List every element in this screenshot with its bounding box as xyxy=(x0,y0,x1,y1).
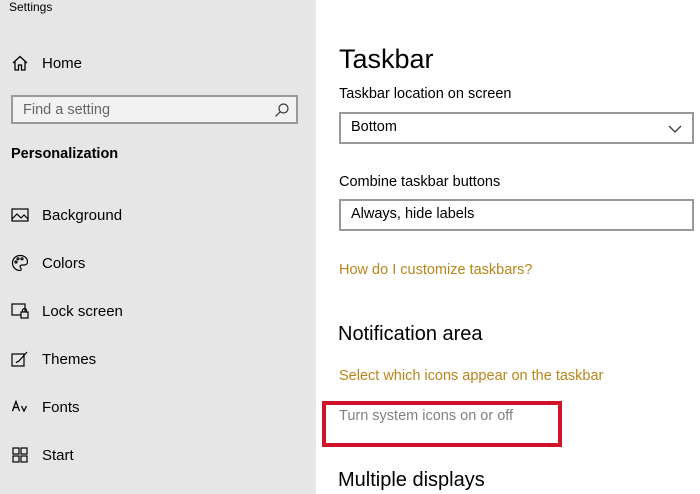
customize-taskbars-link[interactable]: How do I customize taskbars? xyxy=(339,262,532,278)
search-icon[interactable] xyxy=(274,102,290,118)
themes-icon xyxy=(10,349,30,369)
dropdown-value: Always, hide labels xyxy=(351,206,475,222)
sidebar-item-lock-screen[interactable]: Lock screen xyxy=(10,299,123,323)
palette-icon xyxy=(10,253,30,273)
start-icon xyxy=(10,445,30,465)
sidebar: Settings Home Personalization Background xyxy=(0,0,316,494)
select-icons-link[interactable]: Select which icons appear on the taskbar xyxy=(339,368,603,384)
sidebar-item-fonts[interactable]: Fonts xyxy=(10,395,80,419)
sidebar-item-label: Fonts xyxy=(42,398,80,416)
lock-screen-icon xyxy=(10,301,30,321)
page-title: Taskbar xyxy=(339,44,434,74)
combine-buttons-dropdown[interactable]: Always, hide labels xyxy=(339,199,694,231)
home-nav-item[interactable]: Home xyxy=(10,52,82,74)
dropdown-value: Bottom xyxy=(351,119,397,135)
search-input[interactable] xyxy=(13,97,273,122)
notification-area-heading: Notification area xyxy=(338,323,483,345)
home-icon xyxy=(10,53,30,73)
image-icon xyxy=(10,205,30,225)
sidebar-item-label: Background xyxy=(42,206,123,224)
taskbar-location-label: Taskbar location on screen xyxy=(339,86,512,102)
sidebar-item-start[interactable]: Start xyxy=(10,443,74,467)
home-label: Home xyxy=(42,54,83,72)
multiple-displays-heading: Multiple displays xyxy=(338,469,485,491)
sidebar-item-label: Themes xyxy=(42,350,97,368)
highlight-annotation-box xyxy=(322,401,562,447)
sidebar-item-colors[interactable]: Colors xyxy=(10,251,85,275)
combine-buttons-label: Combine taskbar buttons xyxy=(339,174,501,190)
sidebar-item-themes[interactable]: Themes xyxy=(10,347,96,371)
search-box[interactable] xyxy=(11,95,298,124)
app-title: Settings xyxy=(9,0,53,14)
fonts-icon xyxy=(10,397,30,417)
chevron-down-icon xyxy=(668,122,682,134)
section-label-personalization: Personalization xyxy=(11,146,119,162)
sidebar-item-label: Colors xyxy=(42,254,86,272)
taskbar-location-dropdown[interactable]: Bottom xyxy=(339,112,694,144)
sidebar-item-background[interactable]: Background xyxy=(10,203,122,227)
sidebar-item-label: Start xyxy=(42,446,74,464)
sidebar-item-label: Lock screen xyxy=(42,302,123,320)
